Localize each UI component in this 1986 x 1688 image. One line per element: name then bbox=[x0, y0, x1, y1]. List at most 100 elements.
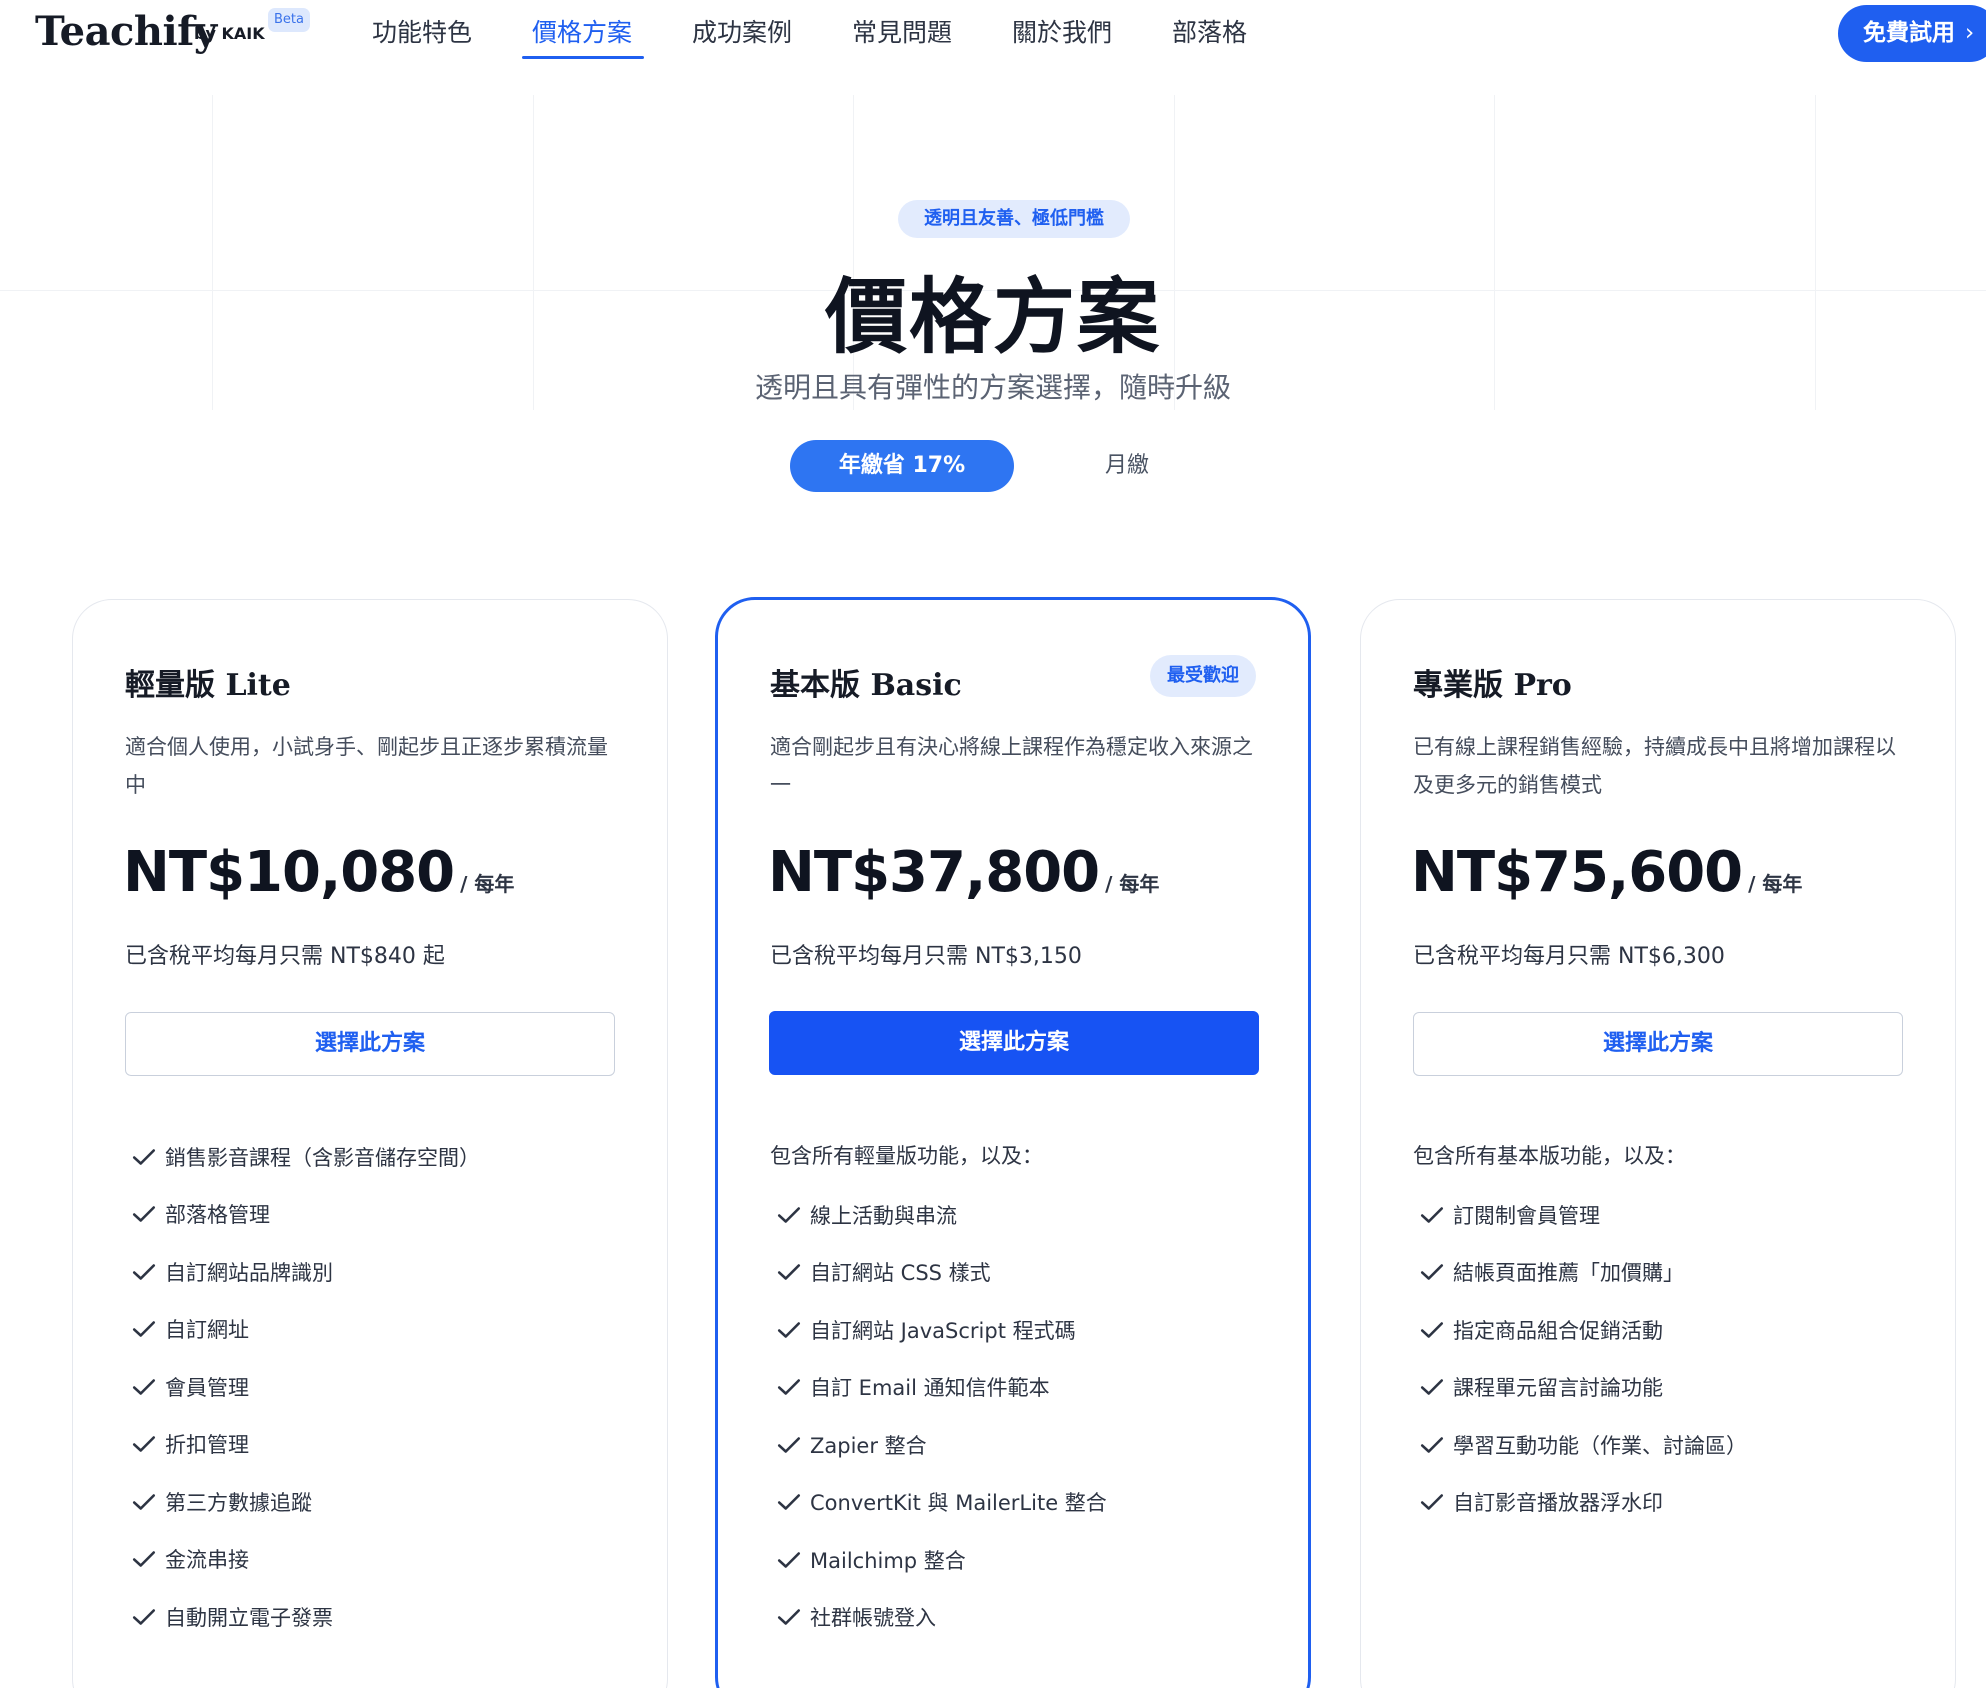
feature-list: 訂閱制會員管理 結帳頁面推薦「加價購」 指定商品組合促銷活動 課程單元留言討論功能 學習… bbox=[1413, 1186, 1747, 1531]
check-icon bbox=[132, 1493, 156, 1510]
price-amount: NT$75,600 bbox=[1411, 840, 1743, 905]
nav-item-features[interactable]: 功能特色 bbox=[372, 13, 472, 49]
price-amount: NT$10,080 bbox=[123, 840, 455, 905]
most-popular-badge: 最受歡迎 bbox=[1150, 655, 1256, 697]
billing-toggle-monthly[interactable]: 月繳 bbox=[1080, 440, 1174, 492]
feature-item: Mailchimp 整合 bbox=[770, 1531, 1107, 1589]
feature-label: 自動開立電子發票 bbox=[165, 1605, 333, 1630]
check-icon bbox=[1420, 1379, 1444, 1396]
plan-name: 專業版 Pro bbox=[1413, 668, 1572, 703]
nav-item-faq[interactable]: 常見問題 bbox=[852, 13, 952, 49]
feature-label: Mailchimp 整合 bbox=[810, 1548, 966, 1573]
feature-item: 線上活動與串流 bbox=[770, 1186, 1107, 1244]
page-subtitle: 透明且具有彈性的方案選擇，隨時升級 bbox=[754, 371, 1231, 404]
feature-label: 社群帳號登入 bbox=[810, 1606, 936, 1631]
free-trial-label: 免費試用 bbox=[1863, 20, 1955, 46]
feature-label: 訂閱制會員管理 bbox=[1453, 1203, 1600, 1228]
check-icon bbox=[777, 1436, 801, 1453]
check-icon bbox=[132, 1436, 156, 1453]
nav-item-blog[interactable]: 部落格 bbox=[1172, 13, 1247, 49]
monthly-average: 已含稅平均每月只需 NT$6,300 bbox=[1413, 944, 1725, 969]
feature-label: 折扣管理 bbox=[165, 1433, 249, 1458]
check-icon bbox=[1420, 1494, 1444, 1511]
monthly-average: 已含稅平均每月只需 NT$3,150 bbox=[770, 944, 1082, 969]
beta-badge: Beta bbox=[268, 8, 310, 32]
check-icon bbox=[132, 1148, 156, 1165]
logo-by-kaik: by KAIK bbox=[194, 24, 265, 43]
check-icon bbox=[132, 1378, 156, 1395]
free-trial-button[interactable]: 免費試用 › bbox=[1838, 5, 1986, 62]
feature-item: 自動開立電子發票 bbox=[125, 1588, 480, 1646]
feature-item: 訂閱制會員管理 bbox=[1413, 1186, 1747, 1244]
check-icon bbox=[132, 1206, 156, 1223]
check-icon bbox=[1420, 1321, 1444, 1338]
plan-card-pro: 專業版 Pro 已有線上課程銷售經驗，持續成長中且將增加課程以及更多元的銷售模式… bbox=[1360, 599, 1956, 1688]
nav-item-pricing[interactable]: 價格方案 bbox=[532, 13, 632, 49]
plan-card-lite: 輕量版 Lite 適合個人使用，小試身手、剛起步且正逐步累積流量中 NT$10,… bbox=[72, 599, 668, 1688]
check-icon bbox=[132, 1551, 156, 1568]
hero-pill: 透明且友善、極低門檻 bbox=[898, 200, 1130, 238]
check-icon bbox=[777, 1551, 801, 1568]
check-icon bbox=[1420, 1206, 1444, 1223]
choose-plan-button-basic[interactable]: 選擇此方案 bbox=[769, 1011, 1259, 1075]
plan-price: NT$37,800/ 每年 bbox=[768, 840, 1159, 905]
check-icon bbox=[1420, 1264, 1444, 1281]
check-icon bbox=[777, 1379, 801, 1396]
feature-label: 第三方數據追蹤 bbox=[165, 1490, 312, 1515]
check-icon bbox=[132, 1263, 156, 1280]
feature-label: 課程單元留言討論功能 bbox=[1453, 1376, 1663, 1401]
choose-plan-button-pro[interactable]: 選擇此方案 bbox=[1413, 1012, 1903, 1076]
feature-item: 課程單元留言討論功能 bbox=[1413, 1359, 1747, 1417]
check-icon bbox=[777, 1609, 801, 1626]
feature-label: 自訂網站 CSS 樣式 bbox=[810, 1261, 991, 1286]
feature-item: Zapier 整合 bbox=[770, 1416, 1107, 1474]
nav-active-indicator bbox=[522, 56, 644, 59]
feature-label: 自訂網站 JavaScript 程式碼 bbox=[810, 1318, 1076, 1343]
logo[interactable]: Teachify bbox=[35, 8, 217, 55]
price-period: / 每年 bbox=[1748, 872, 1803, 896]
price-period: / 每年 bbox=[1105, 872, 1160, 896]
feature-label: 會員管理 bbox=[165, 1375, 249, 1400]
feature-item: 自訂網址 bbox=[125, 1301, 480, 1359]
feature-item: ConvertKit 與 MailerLite 整合 bbox=[770, 1474, 1107, 1532]
choose-plan-button-lite[interactable]: 選擇此方案 bbox=[125, 1012, 615, 1076]
billing-toggle-annual[interactable]: 年繳省 17% bbox=[790, 440, 1014, 492]
feature-label: 結帳頁面推薦「加價購」 bbox=[1453, 1261, 1684, 1286]
check-icon bbox=[132, 1321, 156, 1338]
feature-item: 自訂網站品牌識別 bbox=[125, 1243, 480, 1301]
feature-item: 自訂網站 CSS 樣式 bbox=[770, 1244, 1107, 1302]
feature-item: 折扣管理 bbox=[125, 1416, 480, 1474]
feature-item: 銷售影音課程（含影音儲存空間） bbox=[125, 1128, 480, 1186]
feature-item: 結帳頁面推薦「加價購」 bbox=[1413, 1244, 1747, 1302]
check-icon bbox=[777, 1206, 801, 1223]
feature-label: 銷售影音課程（含影音儲存空間） bbox=[165, 1145, 480, 1170]
feature-item: 自訂 Email 通知信件範本 bbox=[770, 1359, 1107, 1417]
nav-item-success-stories[interactable]: 成功案例 bbox=[692, 13, 792, 49]
check-icon bbox=[1420, 1436, 1444, 1453]
price-amount: NT$37,800 bbox=[768, 840, 1100, 905]
plan-price: NT$75,600/ 每年 bbox=[1411, 840, 1802, 905]
page-title: 價格方案 bbox=[824, 269, 1161, 365]
price-period: / 每年 bbox=[460, 872, 515, 896]
feature-label: ConvertKit 與 MailerLite 整合 bbox=[810, 1491, 1107, 1516]
feature-item: 第三方數據追蹤 bbox=[125, 1473, 480, 1531]
feature-item: 自訂影音播放器浮水印 bbox=[1413, 1474, 1747, 1532]
feature-label: 自訂影音播放器浮水印 bbox=[1453, 1491, 1663, 1516]
feature-label: 部落格管理 bbox=[165, 1203, 270, 1228]
includes-intro: 包含所有基本版功能，以及： bbox=[1413, 1144, 1686, 1168]
feature-label: 學習互動功能（作業、討論區） bbox=[1453, 1433, 1747, 1458]
feature-item: 社群帳號登入 bbox=[770, 1589, 1107, 1647]
check-icon bbox=[777, 1494, 801, 1511]
feature-list: 線上活動與串流自訂網站 CSS 樣式自訂網站 JavaScript 程式碼自訂 … bbox=[770, 1186, 1107, 1646]
plan-card-basic: 基本版 Basic 最受歡迎 適合剛起步且有決心將線上課程作為穩定收入來源之一 … bbox=[715, 597, 1311, 1688]
check-icon bbox=[132, 1608, 156, 1625]
feature-item: 學習互動功能（作業、討論區） bbox=[1413, 1416, 1747, 1474]
plan-name: 基本版 Basic bbox=[770, 668, 962, 703]
feature-item: 金流串接 bbox=[125, 1531, 480, 1589]
feature-item: 會員管理 bbox=[125, 1358, 480, 1416]
nav-item-about[interactable]: 關於我們 bbox=[1012, 13, 1112, 49]
chevron-right-icon: › bbox=[1965, 20, 1975, 46]
feature-label: 金流串接 bbox=[165, 1548, 249, 1573]
check-icon bbox=[777, 1321, 801, 1338]
plan-name: 輕量版 Lite bbox=[125, 668, 291, 703]
